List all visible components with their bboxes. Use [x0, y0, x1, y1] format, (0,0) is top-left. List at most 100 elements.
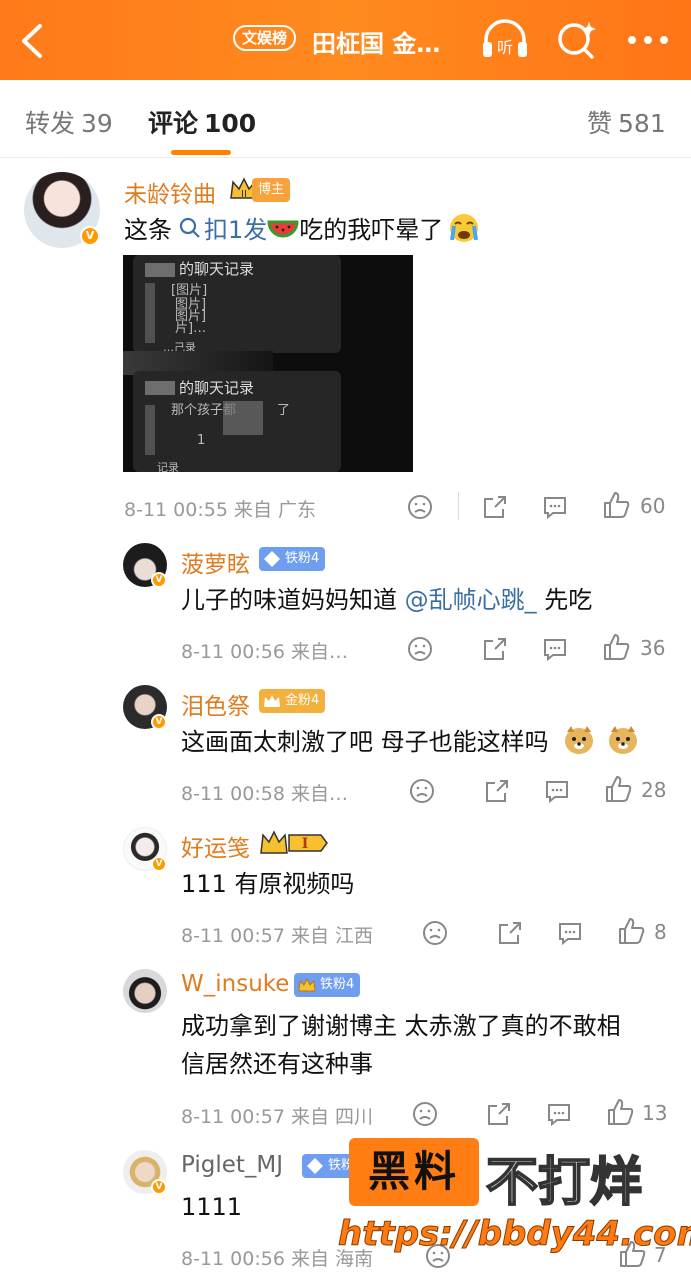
share-icon[interactable] — [481, 492, 509, 522]
crown-icon — [264, 695, 280, 707]
reply-icon[interactable] — [541, 634, 569, 664]
like-icon[interactable] — [602, 632, 630, 662]
username[interactable]: 好运笺 — [181, 829, 250, 863]
verified-badge-icon: V — [151, 572, 167, 588]
dislike-icon[interactable] — [408, 776, 436, 806]
active-tab-indicator — [171, 150, 231, 155]
dislike-icon[interactable] — [411, 1099, 439, 1129]
reply-text-line1: 成功拿到了谢谢博主 太赤激了真的不敢相 — [181, 1012, 621, 1040]
username[interactable]: 未龄铃曲 — [124, 175, 216, 209]
reply-text: 111 有原视频吗 — [181, 870, 355, 898]
username[interactable]: 泪色祭 — [181, 687, 250, 721]
comment-text-post: 吃的我吓晕了 — [299, 216, 444, 244]
chat-title: 的聊天记录 — [179, 260, 255, 278]
dislike-icon[interactable] — [406, 634, 434, 664]
search-link-icon — [179, 217, 200, 238]
mention-link[interactable]: @乱帧心跳_ — [405, 586, 537, 614]
share-icon[interactable] — [485, 1099, 513, 1129]
like-icon[interactable] — [602, 490, 630, 520]
doge-emoji-icon — [565, 726, 594, 754]
listen-button[interactable]: 听 — [480, 18, 530, 62]
headphones-icon: 听 — [483, 19, 527, 57]
share-icon[interactable] — [481, 634, 509, 664]
fan-badge: 金粉4 — [259, 689, 326, 713]
share-icon[interactable] — [496, 918, 524, 948]
verified-badge-icon: V — [151, 1179, 167, 1195]
tab-comments-label: 评论 — [148, 109, 199, 138]
reply-text: 1111 — [181, 1193, 243, 1221]
tab-repost[interactable]: 转发 39 — [25, 104, 113, 140]
username[interactable]: Piglet_MJ — [181, 1152, 283, 1178]
like-icon[interactable] — [617, 916, 645, 946]
back-arrow-icon[interactable] — [16, 22, 50, 60]
watermark-box: 黑料 — [349, 1138, 479, 1206]
diamond-icon — [264, 551, 280, 567]
more-icon[interactable] — [626, 30, 670, 50]
chat-footer: 记录 — [157, 461, 179, 472]
reply-icon[interactable] — [545, 1099, 573, 1129]
reply-icon[interactable] — [556, 918, 584, 948]
chat-line: 片]… — [175, 321, 207, 336]
like-count: 36 — [640, 636, 666, 660]
like-count: 13 — [642, 1101, 668, 1125]
listen-label: 听 — [497, 38, 513, 57]
trending-tag[interactable]: 文娱榜 — [233, 25, 297, 51]
dislike-icon[interactable] — [421, 918, 449, 948]
reply-text-line2: 信居然还有这种事 — [181, 1050, 373, 1078]
dislike-icon[interactable] — [406, 492, 434, 522]
username[interactable]: W_insuke — [181, 971, 289, 997]
top-bar: 文娱榜 田柾国 金… 听 — [0, 0, 691, 80]
search-icon[interactable] — [554, 18, 598, 62]
like-count: 8 — [654, 920, 667, 944]
reply-meta: 8-11 00:56 来自… — [181, 641, 348, 663]
diamond-icon — [307, 1158, 323, 1174]
reply-text: 儿子的味道妈妈知道 @乱帧心跳_ 先吃 — [181, 579, 592, 621]
reply-text-after: 先吃 — [536, 586, 593, 614]
like-count: 60 — [640, 494, 666, 518]
blogger-badge: 博主 — [252, 178, 291, 202]
doge-emoji-icon — [608, 726, 637, 754]
level-badge-label: I — [302, 836, 309, 852]
watermelon-icon — [267, 220, 299, 238]
comment-text-pre: 这条 — [124, 216, 172, 244]
tab-likes[interactable]: 赞 581 — [587, 104, 666, 140]
chat-line: 1 — [197, 433, 206, 448]
tab-bar: 转发 39 评论 100 赞 581 — [0, 80, 691, 158]
verified-badge-icon: V — [151, 714, 167, 730]
reply-icon[interactable] — [543, 776, 571, 806]
reply-text-main: 儿子的味道妈妈知道 — [181, 586, 405, 614]
blurred-region — [145, 381, 175, 395]
like-icon[interactable] — [604, 774, 632, 804]
fan-badge-label: 铁粉4 — [320, 977, 355, 992]
tab-comments[interactable]: 评论 100 — [148, 104, 256, 140]
like-count: 28 — [641, 778, 667, 802]
chat-screenshot-image[interactable]: 的聊天记录 [图片] 图片] 图片] 片]… …己录 的聊天记录 那个孩子都 了… — [123, 255, 413, 472]
reply-meta: 8-11 00:57 来自 四川 — [181, 1106, 373, 1128]
reply-icon[interactable] — [541, 492, 569, 522]
tab-repost-count: 39 — [81, 109, 113, 138]
verified-badge-icon: V — [151, 856, 167, 872]
tab-comments-count: 100 — [204, 109, 257, 138]
watermark-text: 不打烊 — [485, 1152, 643, 1214]
reply-meta: 8-11 00:58 来自… — [181, 783, 348, 805]
fan-badge-label: 铁粉4 — [285, 551, 320, 566]
tab-likes-count: 581 — [618, 109, 666, 138]
search-link[interactable]: 扣1发 — [204, 216, 267, 244]
crown-icon — [298, 977, 316, 992]
tab-repost-label: 转发 — [25, 109, 76, 138]
comment-meta: 8-11 00:55 来自 广东 — [124, 499, 316, 521]
chat-line: 了 — [277, 403, 291, 418]
blurred-region — [223, 401, 263, 435]
share-icon[interactable] — [483, 776, 511, 806]
fan-badge: 铁粉4 — [259, 547, 326, 571]
comment-text: 这条 扣1发 吃的我吓晕了 — [124, 209, 481, 251]
reply-text-main: 这画面太刺激了吧 母子也能这样吗 — [181, 728, 549, 756]
reply-meta: 8-11 00:57 来自 江西 — [181, 925, 373, 947]
avatar[interactable] — [123, 969, 167, 1013]
level-badge: I — [260, 830, 328, 854]
like-icon[interactable] — [606, 1097, 634, 1127]
reply-text: 这画面太刺激了吧 母子也能这样吗 — [181, 721, 640, 763]
verified-badge-icon: V — [80, 226, 100, 246]
crying-emoji-icon — [450, 214, 479, 242]
username[interactable]: 菠萝眩 — [181, 545, 250, 579]
